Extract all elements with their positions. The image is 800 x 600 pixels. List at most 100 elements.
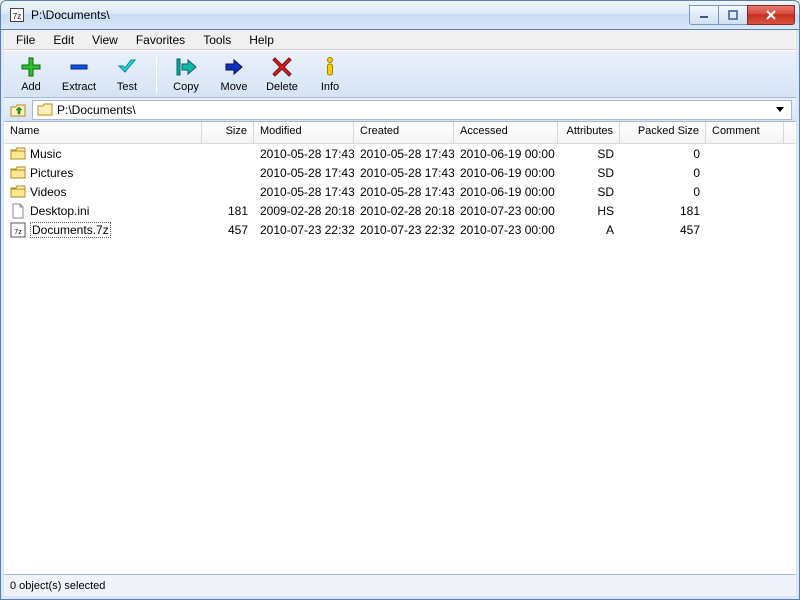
file-modified: 2010-05-28 17:43 bbox=[254, 165, 354, 181]
file-comment bbox=[706, 191, 784, 193]
move-arrow-icon bbox=[222, 55, 246, 79]
copy-arrow-icon bbox=[174, 55, 198, 79]
menu-help[interactable]: Help bbox=[241, 31, 282, 49]
file-packed: 0 bbox=[620, 165, 706, 181]
file-packed: 0 bbox=[620, 146, 706, 162]
file-modified: 2010-07-23 22:32 bbox=[254, 222, 354, 238]
col-created[interactable]: Created bbox=[354, 122, 454, 143]
delete-x-icon bbox=[270, 55, 294, 79]
status-selected: 0 object(s) selected bbox=[10, 579, 111, 593]
folder-icon bbox=[37, 102, 53, 118]
file-comment bbox=[706, 210, 784, 212]
file-created: 2010-05-28 17:43 bbox=[354, 184, 454, 200]
delete-button[interactable]: Delete bbox=[259, 52, 305, 96]
up-button[interactable] bbox=[8, 100, 28, 120]
titlebar: 7z P:\Documents\ bbox=[0, 0, 800, 30]
info-button[interactable]: Info bbox=[307, 52, 353, 96]
file-created: 2010-05-28 17:43 bbox=[354, 165, 454, 181]
table-row[interactable]: Videos2010-05-28 17:432010-05-28 17:4320… bbox=[4, 182, 796, 201]
table-row[interactable]: Pictures 2010-05-28 17:432010-05-28 17:43… bbox=[4, 163, 796, 182]
folder-icon bbox=[10, 146, 26, 162]
file-attributes: HS bbox=[558, 203, 620, 219]
move-button[interactable]: Move bbox=[211, 52, 257, 96]
window-controls bbox=[690, 5, 795, 25]
col-size[interactable]: Size bbox=[202, 122, 254, 143]
file-accessed: 2010-06-19 00:00 bbox=[454, 184, 558, 200]
file-accessed: 2010-06-19 00:00 bbox=[454, 146, 558, 162]
copy-button[interactable]: Copy bbox=[163, 52, 209, 96]
test-button[interactable]: Test bbox=[104, 52, 150, 96]
file-attributes: SD bbox=[558, 146, 620, 162]
list-body[interactable]: Music2010-05-28 17:432010-05-28 17:43201… bbox=[4, 144, 796, 574]
col-name[interactable]: Name bbox=[4, 122, 202, 143]
col-accessed[interactable]: Accessed bbox=[454, 122, 558, 143]
svg-text:7z: 7z bbox=[13, 12, 21, 21]
folder-icon bbox=[10, 165, 26, 181]
statusbar: 0 object(s) selected bbox=[4, 574, 796, 596]
file-packed: 181 bbox=[620, 203, 706, 219]
menu-tools[interactable]: Tools bbox=[195, 31, 239, 49]
col-packed[interactable]: Packed Size bbox=[620, 122, 706, 143]
col-comment[interactable]: Comment bbox=[706, 122, 784, 143]
file-created: 2010-05-28 17:43 bbox=[354, 146, 454, 162]
table-row[interactable]: 7zDocuments.7z4572010-07-23 22:322010-07… bbox=[4, 220, 796, 239]
file-name: Pictures bbox=[30, 166, 73, 180]
file-created: 2010-07-23 22:32 bbox=[354, 222, 454, 238]
extract-button[interactable]: Extract bbox=[56, 52, 102, 96]
file-name: Music bbox=[30, 147, 61, 161]
folder-icon bbox=[10, 184, 26, 200]
menu-view[interactable]: View bbox=[84, 31, 126, 49]
7z-icon: 7z bbox=[10, 222, 26, 238]
file-comment bbox=[706, 229, 784, 231]
file-accessed: 2010-07-23 00:00 bbox=[454, 222, 558, 238]
table-row[interactable]: Desktop.ini1812009-02-28 20:182010-02-28… bbox=[4, 201, 796, 220]
file-accessed: 2010-06-19 00:00 bbox=[454, 165, 558, 181]
file-size: 181 bbox=[202, 203, 254, 219]
toolbar-separator bbox=[156, 55, 157, 93]
file-attributes: SD bbox=[558, 184, 620, 200]
svg-text:7z: 7z bbox=[14, 229, 22, 236]
app-icon: 7z bbox=[9, 7, 25, 23]
file-created: 2010-02-28 20:18 bbox=[354, 203, 454, 219]
file-packed: 0 bbox=[620, 184, 706, 200]
file-size bbox=[202, 153, 254, 155]
file-attributes: A bbox=[558, 222, 620, 238]
file-packed: 457 bbox=[620, 222, 706, 238]
toolbar: Add Extract Test Copy Move Delete I bbox=[4, 50, 796, 98]
file-size: 457 bbox=[202, 222, 254, 238]
check-icon bbox=[115, 55, 139, 79]
file-size bbox=[202, 172, 254, 174]
file-comment bbox=[706, 172, 784, 174]
chevron-down-icon[interactable] bbox=[773, 107, 787, 112]
plus-icon bbox=[19, 55, 43, 79]
file-modified: 2009-02-28 20:18 bbox=[254, 203, 354, 219]
window-title: P:\Documents\ bbox=[31, 8, 110, 22]
path-input[interactable]: P:\Documents\ bbox=[32, 100, 792, 120]
file-accessed: 2010-07-23 00:00 bbox=[454, 203, 558, 219]
file-list: Name Size Modified Created Accessed Attr… bbox=[4, 122, 796, 574]
addressbar: P:\Documents\ bbox=[4, 98, 796, 122]
minimize-button[interactable] bbox=[689, 5, 719, 25]
file-name: Videos bbox=[30, 185, 66, 199]
file-modified: 2010-05-28 17:43 bbox=[254, 146, 354, 162]
column-headers: Name Size Modified Created Accessed Attr… bbox=[4, 122, 796, 144]
file-size bbox=[202, 191, 254, 193]
file-icon bbox=[10, 203, 26, 219]
col-attributes[interactable]: Attributes bbox=[558, 122, 620, 143]
menubar: File Edit View Favorites Tools Help bbox=[4, 30, 796, 50]
minus-icon bbox=[67, 55, 91, 79]
file-name: Desktop.ini bbox=[30, 204, 89, 218]
file-modified: 2010-05-28 17:43 bbox=[254, 184, 354, 200]
file-comment bbox=[706, 153, 784, 155]
maximize-button[interactable] bbox=[718, 5, 748, 25]
col-modified[interactable]: Modified bbox=[254, 122, 354, 143]
close-button[interactable] bbox=[747, 5, 795, 25]
table-row[interactable]: Music2010-05-28 17:432010-05-28 17:43201… bbox=[4, 144, 796, 163]
path-text: P:\Documents\ bbox=[57, 103, 136, 117]
menu-favorites[interactable]: Favorites bbox=[128, 31, 193, 49]
menu-edit[interactable]: Edit bbox=[45, 31, 82, 49]
info-icon bbox=[318, 55, 342, 79]
file-attributes: SD bbox=[558, 165, 620, 181]
menu-file[interactable]: File bbox=[8, 31, 43, 49]
add-button[interactable]: Add bbox=[8, 52, 54, 96]
